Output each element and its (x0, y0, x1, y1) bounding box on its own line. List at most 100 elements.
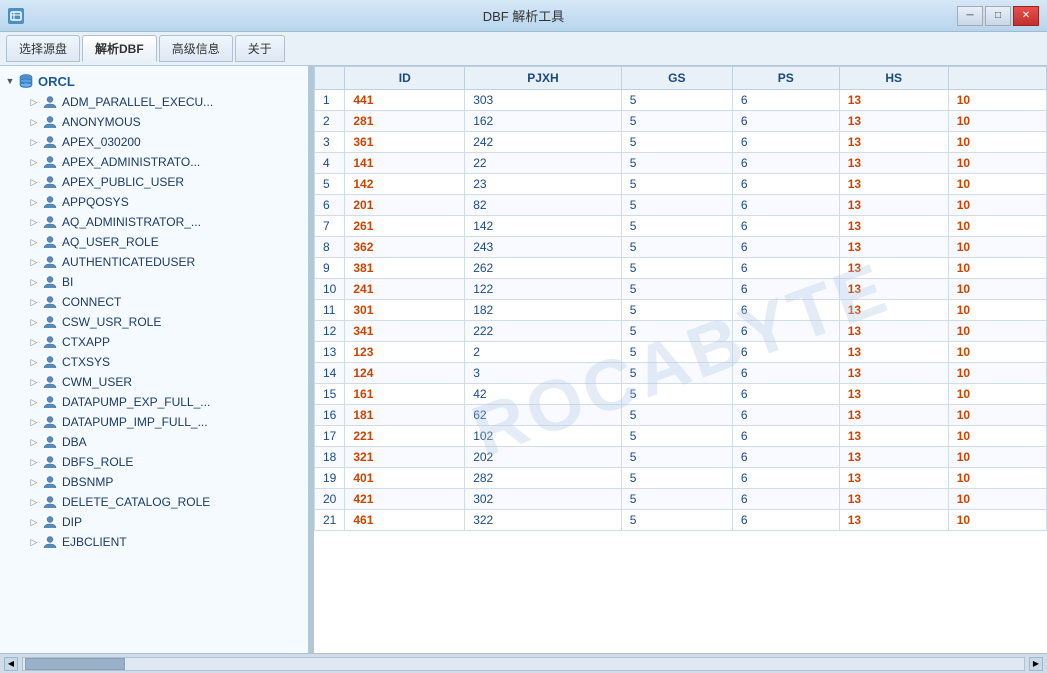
tree-item[interactable]: APEX_ADMINISTRATO... (0, 152, 308, 172)
tab-advanced-info[interactable]: 高级信息 (159, 35, 233, 62)
tree-item[interactable]: CTXAPP (0, 332, 308, 352)
cell-extra: 10 (948, 216, 1046, 237)
table-row[interactable]: 6 201 82 5 6 13 10 (315, 195, 1047, 216)
main-content: ORCL ADM_PARALLEL_EXECU... ANONYMO (0, 66, 1047, 653)
cell-gs: 5 (621, 426, 732, 447)
tree-item-label: AQ_USER_ROLE (62, 235, 159, 249)
table-row[interactable]: 21 461 322 5 6 13 10 (315, 510, 1047, 531)
tree-item[interactable]: DIP (0, 512, 308, 532)
maximize-button[interactable]: □ (985, 6, 1011, 26)
table-row[interactable]: 11 301 182 5 6 13 10 (315, 300, 1047, 321)
cell-extra: 10 (948, 258, 1046, 279)
cell-id: 361 (345, 132, 465, 153)
cell-id: 142 (345, 174, 465, 195)
horizontal-scrollbar[interactable] (22, 657, 1025, 671)
tree-item[interactable]: AUTHENTICATEDUSER (0, 252, 308, 272)
tab-select-source[interactable]: 选择源盘 (6, 35, 80, 62)
tree-item-label: CSW_USR_ROLE (62, 315, 161, 329)
cell-pjxh: 242 (465, 132, 622, 153)
grid-header-row: ID PJXH GS PS HS (315, 67, 1047, 90)
cell-gs: 5 (621, 489, 732, 510)
table-row[interactable]: 19 401 282 5 6 13 10 (315, 468, 1047, 489)
table-row[interactable]: 3 361 242 5 6 13 10 (315, 132, 1047, 153)
cell-gs: 5 (621, 300, 732, 321)
cell-id: 341 (345, 321, 465, 342)
cell-ps: 6 (732, 111, 839, 132)
tab-about[interactable]: 关于 (235, 35, 285, 62)
table-row[interactable]: 4 141 22 5 6 13 10 (315, 153, 1047, 174)
tree-item[interactable]: ADM_PARALLEL_EXECU... (0, 92, 308, 112)
tree-item[interactable]: APPQOSYS (0, 192, 308, 212)
tree-item[interactable]: ANONYMOUS (0, 112, 308, 132)
cell-id: 201 (345, 195, 465, 216)
tree-item[interactable]: BI (0, 272, 308, 292)
col-extra[interactable] (948, 67, 1046, 90)
tree-item[interactable]: DELETE_CATALOG_ROLE (0, 492, 308, 512)
tree-item[interactable]: DBFS_ROLE (0, 452, 308, 472)
tree-item[interactable]: CSW_USR_ROLE (0, 312, 308, 332)
tree-item[interactable]: AQ_ADMINISTRATOR_... (0, 212, 308, 232)
scroll-left-arrow[interactable]: ◀ (4, 657, 18, 671)
item-expand-arrow (28, 136, 40, 148)
table-row[interactable]: 8 362 243 5 6 13 10 (315, 237, 1047, 258)
tree-item[interactable]: CTXSYS (0, 352, 308, 372)
col-hs[interactable]: HS (839, 67, 948, 90)
table-row[interactable]: 17 221 102 5 6 13 10 (315, 426, 1047, 447)
cell-ps: 6 (732, 489, 839, 510)
tree-item[interactable]: APEX_PUBLIC_USER (0, 172, 308, 192)
table-row[interactable]: 20 421 302 5 6 13 10 (315, 489, 1047, 510)
cell-pjxh: 22 (465, 153, 622, 174)
table-row[interactable]: 2 281 162 5 6 13 10 (315, 111, 1047, 132)
cell-ps: 6 (732, 90, 839, 111)
cell-ps: 6 (732, 342, 839, 363)
cell-gs: 5 (621, 258, 732, 279)
cell-id: 461 (345, 510, 465, 531)
table-row[interactable]: 7 261 142 5 6 13 10 (315, 216, 1047, 237)
tree-item-label: AUTHENTICATEDUSER (62, 255, 195, 269)
close-button[interactable]: ✕ (1013, 6, 1039, 26)
table-row[interactable]: 13 123 2 5 6 13 10 (315, 342, 1047, 363)
tree-item[interactable]: CWM_USER (0, 372, 308, 392)
scrollbar-thumb-h[interactable] (25, 658, 125, 670)
cell-id: 141 (345, 153, 465, 174)
table-row[interactable]: 10 241 122 5 6 13 10 (315, 279, 1047, 300)
title-bar-left (8, 8, 24, 24)
user-icon-wrap (42, 494, 58, 510)
table-row[interactable]: 9 381 262 5 6 13 10 (315, 258, 1047, 279)
tab-parse-dbf[interactable]: 解析DBF (82, 35, 157, 62)
table-row[interactable]: 15 161 42 5 6 13 10 (315, 384, 1047, 405)
row-number: 16 (315, 405, 345, 426)
col-ps[interactable]: PS (732, 67, 839, 90)
tree-item[interactable]: DBA (0, 432, 308, 452)
tree-item[interactable]: DATAPUMP_EXP_FULL_... (0, 392, 308, 412)
cell-gs: 5 (621, 342, 732, 363)
tree-root-item[interactable]: ORCL (0, 70, 308, 92)
tree-item[interactable]: DBSNMP (0, 472, 308, 492)
col-id[interactable]: ID (345, 67, 465, 90)
scroll-right-arrow[interactable]: ▶ (1029, 657, 1043, 671)
table-row[interactable]: 1 441 303 5 6 13 10 (315, 90, 1047, 111)
col-gs[interactable]: GS (621, 67, 732, 90)
cell-hs: 13 (839, 258, 948, 279)
tree-item[interactable]: EJBCLIENT (0, 532, 308, 552)
minimize-button[interactable]: ─ (957, 6, 983, 26)
table-row[interactable]: 16 181 62 5 6 13 10 (315, 405, 1047, 426)
table-row[interactable]: 5 142 23 5 6 13 10 (315, 174, 1047, 195)
item-expand-arrow (28, 376, 40, 388)
col-pjxh[interactable]: PJXH (465, 67, 622, 90)
cell-ps: 6 (732, 321, 839, 342)
tree-item[interactable]: CONNECT (0, 292, 308, 312)
cell-ps: 6 (732, 153, 839, 174)
item-expand-arrow (28, 336, 40, 348)
cell-id: 261 (345, 216, 465, 237)
data-grid-container[interactable]: ROCABYTE ID PJXH GS PS HS 1 441 (314, 66, 1047, 653)
tree-item[interactable]: APEX_030200 (0, 132, 308, 152)
tree-item[interactable]: DATAPUMP_IMP_FULL_... (0, 412, 308, 432)
cell-hs: 13 (839, 153, 948, 174)
tree-item[interactable]: AQ_USER_ROLE (0, 232, 308, 252)
table-row[interactable]: 12 341 222 5 6 13 10 (315, 321, 1047, 342)
table-row[interactable]: 18 321 202 5 6 13 10 (315, 447, 1047, 468)
table-row[interactable]: 14 124 3 5 6 13 10 (315, 363, 1047, 384)
cell-hs: 13 (839, 174, 948, 195)
tree-container[interactable]: ORCL ADM_PARALLEL_EXECU... ANONYMO (0, 66, 308, 653)
